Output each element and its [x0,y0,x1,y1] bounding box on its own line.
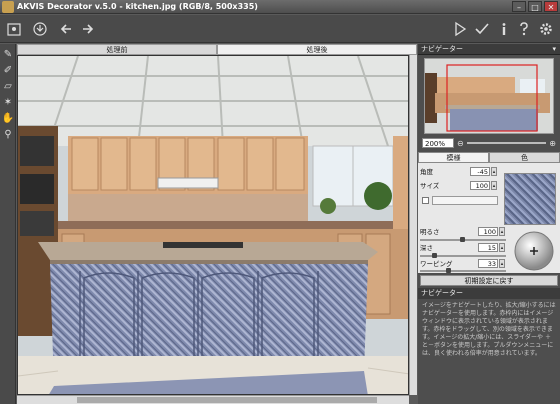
navigator-title: ナビゲーター [421,45,463,53]
app-logo-icon [2,0,14,13]
reset-defaults-button[interactable]: 初期設定に戻す [420,275,558,286]
warping-spinner[interactable]: ▴ [499,259,505,268]
help-icon[interactable] [514,19,534,39]
zoom-row: 200% ⊖ ⊕ [418,137,560,149]
minimize-button[interactable]: – [512,1,526,12]
pencil-icon[interactable]: ✐ [1,64,15,78]
magic-wand-icon[interactable]: ✶ [1,96,15,110]
tab-after[interactable]: 処理後 [217,44,417,55]
hand-icon[interactable]: ✋ [1,112,15,126]
size-label: サイズ [420,182,440,190]
tab-pattern[interactable]: 模様 [418,152,489,163]
tab-color[interactable]: 色 [489,152,560,163]
window-title: AKVIS Decorator v.5.0 - kitchen.jpg (RGB… [17,2,258,11]
redo-icon[interactable] [78,19,98,39]
undo-icon[interactable] [56,19,76,39]
navigator-header: ナビゲーター ▾ [418,44,560,55]
info-icon[interactable] [494,19,514,39]
zoom-slider[interactable] [466,142,547,144]
title-bar: AKVIS Decorator v.5.0 - kitchen.jpg (RGB… [0,0,560,14]
selection-brush-icon[interactable]: ✎ [1,48,15,62]
warping-field[interactable]: 33 [478,259,498,268]
main-toolbar [0,15,560,43]
help-text: イメージをナビゲートしたり、拡大/縮小するにはナビゲーターを使用します。赤枠内に… [422,302,556,357]
save-icon[interactable] [30,19,50,39]
depth-label: 深さ [420,244,433,252]
open-icon[interactable] [4,19,24,39]
tab-before[interactable]: 処理前 [17,44,217,55]
texture-preview[interactable] [504,173,556,225]
close-button[interactable]: ✕ [544,1,558,12]
zoom-out-icon[interactable]: ⊖ [457,139,464,148]
settings-panel: ナビゲーター ▾ 200% ⊖ ⊕ 模様 色 角度 -45 ▴ サイズ 100 … [418,44,560,404]
warping-knob[interactable] [446,268,451,273]
eraser-icon[interactable]: ▱ [1,80,15,94]
apply-icon[interactable] [472,19,492,39]
depth-spinner[interactable]: ▴ [499,243,505,252]
run-icon[interactable] [450,19,470,39]
maximize-button[interactable]: □ [528,1,542,12]
horizontal-scrollbar[interactable] [17,395,409,404]
depth-field[interactable]: 15 [478,243,498,252]
pattern-params: 角度 -45 ▴ サイズ 100 ▴ 明るさ 100 ▴ 深さ 15 ▴ ワーピ… [418,163,560,273]
left-toolbar: ✎ ✐ ▱ ✶ ✋ ⚲ [0,44,16,404]
size-field[interactable]: 100 [470,181,490,190]
angle-field[interactable]: -45 [470,167,490,176]
navigator-preview-image [425,59,553,133]
kitchen-photo [18,56,408,394]
tile-checkbox[interactable] [422,197,429,204]
collapse-icon[interactable]: ▾ [552,44,556,55]
depth-knob[interactable] [432,253,437,258]
angle-spinner[interactable]: ▴ [491,167,497,176]
view-tabs: 処理前 処理後 [17,44,417,55]
size-spinner[interactable]: ▴ [491,181,497,190]
brightness-knob[interactable] [460,237,465,242]
scroll-thumb[interactable] [77,397,377,403]
zoom-select[interactable]: 200% [422,138,454,148]
brightness-label: 明るさ [420,228,440,236]
tile-field[interactable] [432,196,498,205]
pattern-tabs: 模様 色 [418,152,560,163]
brightness-field[interactable]: 100 [478,227,498,236]
image-canvas[interactable] [17,55,409,395]
help-header: ナビゲーター [418,288,560,299]
vertical-scrollbar[interactable] [409,55,417,395]
window-controls: – □ ✕ [512,1,558,12]
brightness-spinner[interactable]: ▴ [499,227,505,236]
light-direction-control[interactable] [510,231,558,271]
angle-label: 角度 [420,168,433,176]
warping-slider[interactable] [420,270,506,272]
zoom-in-icon[interactable]: ⊕ [549,139,556,148]
zoom-icon[interactable]: ⚲ [1,128,15,142]
navigator-thumbnail[interactable] [424,58,554,134]
settings-icon[interactable] [536,19,556,39]
